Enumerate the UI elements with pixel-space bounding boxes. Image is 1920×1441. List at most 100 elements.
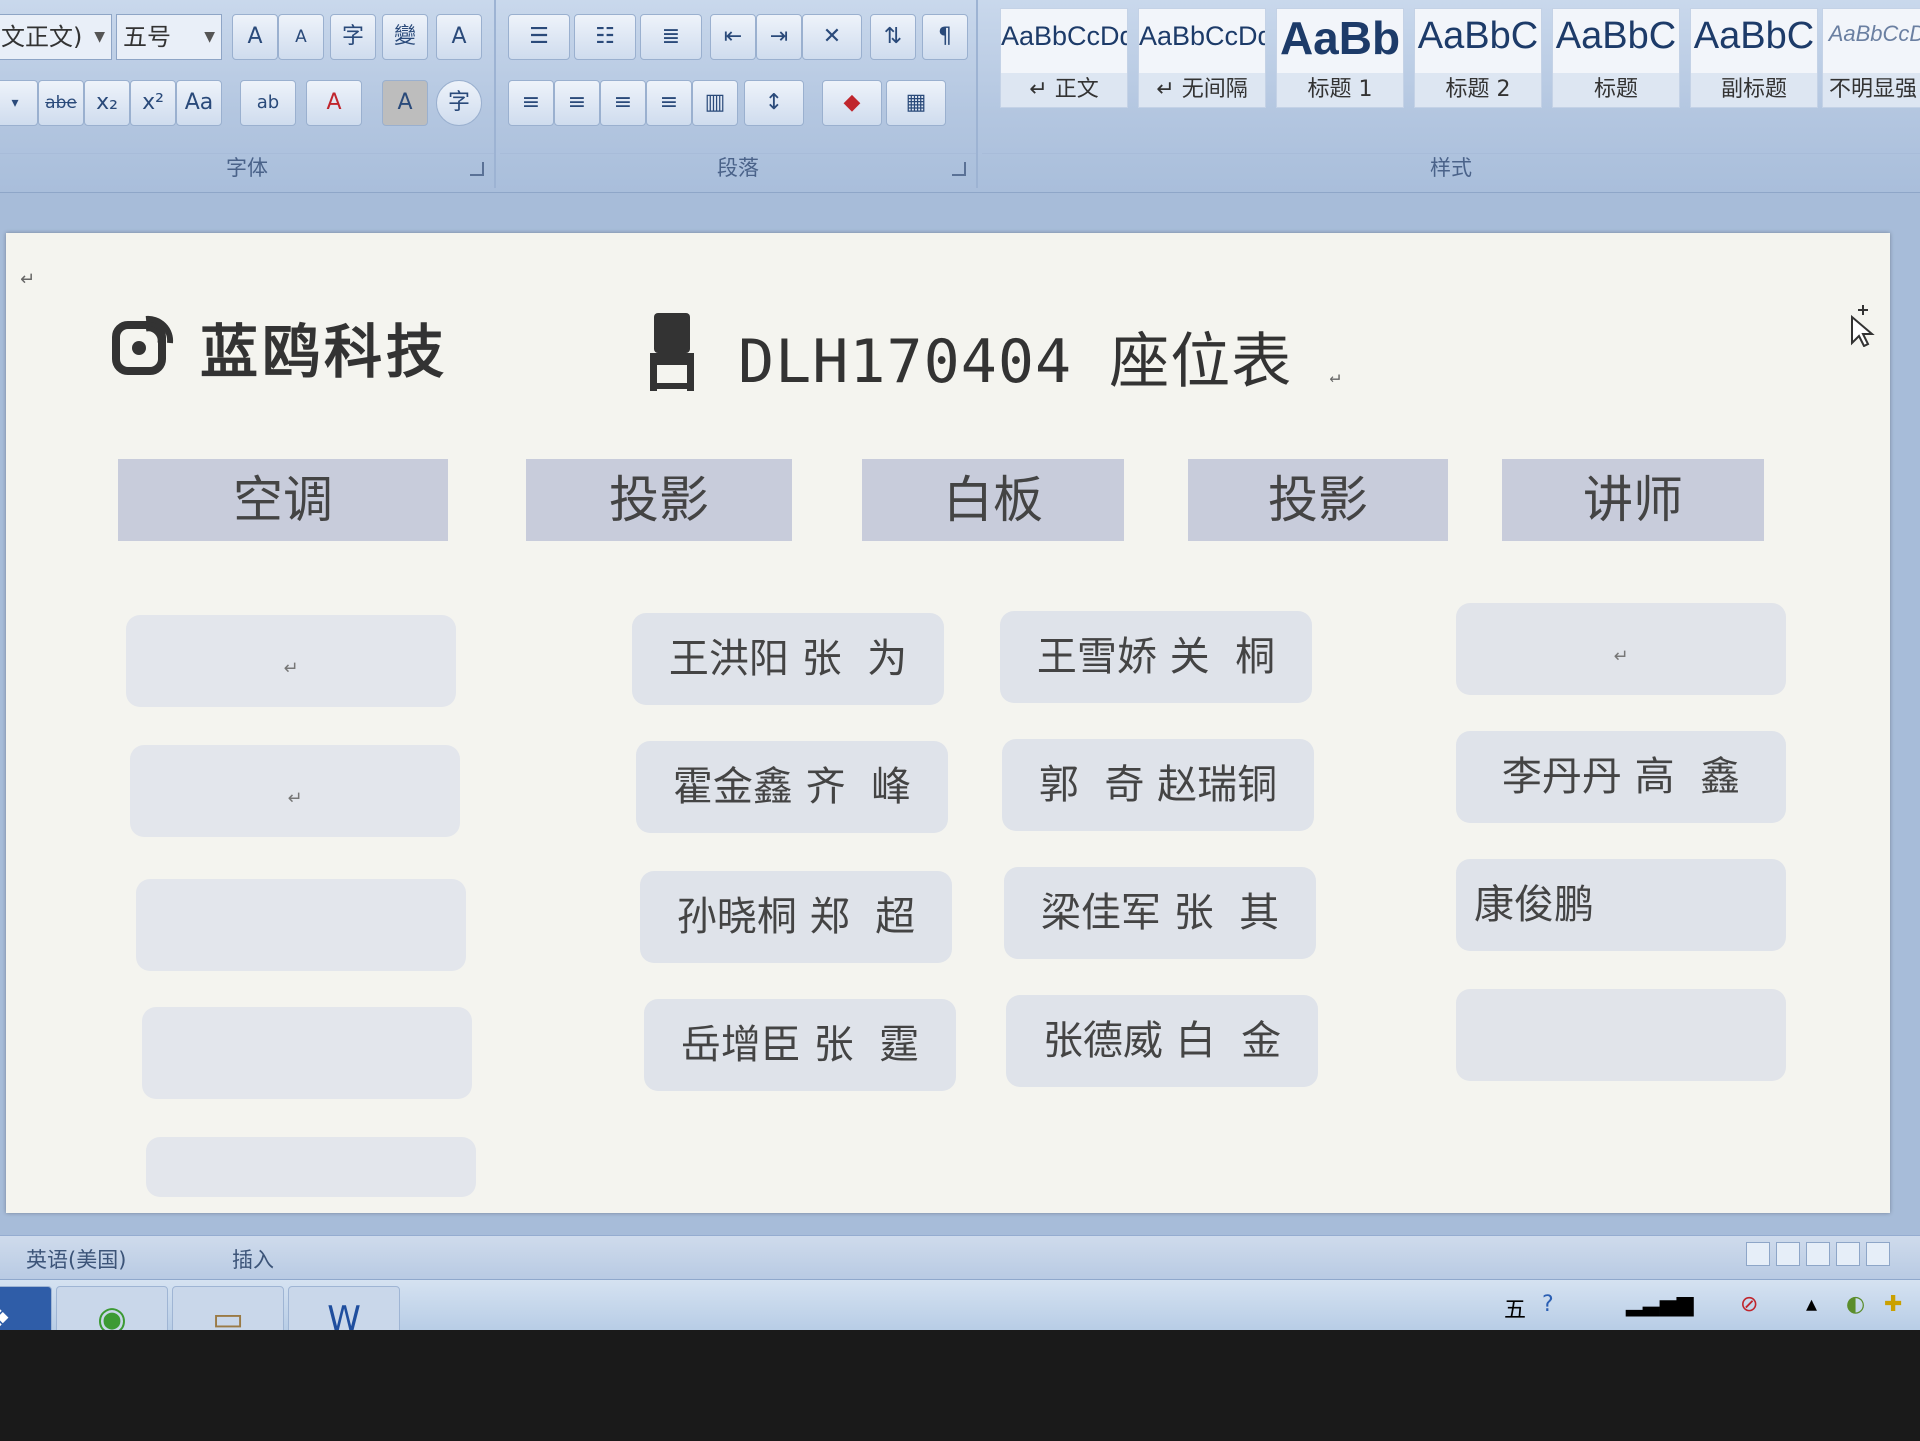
seat-right-1[interactable]: ↵ [1456,603,1786,695]
style-title[interactable]: AaBbC 标题 [1552,8,1680,108]
borders-button[interactable]: ▦ [886,80,946,126]
subscript-icon: x₂ [96,90,118,115]
style-normal[interactable]: AaBbCcDd ↵ 正文 [1000,8,1128,108]
distributed-button[interactable]: ▥ [692,80,738,126]
grow-font-button[interactable]: A [232,14,278,60]
seat-center-left-4[interactable]: 岳增臣 张 霆 [644,999,956,1091]
seat-names: 郭 奇 赵瑞铜 [1038,762,1278,808]
seat-left-3[interactable] [136,879,466,971]
web-layout-icon[interactable] [1806,1242,1830,1266]
font-name-select[interactable]: 文正文) ▼ [0,14,112,60]
document-page[interactable]: ↵ 蓝鸥科技 DLH170404 座位表 ↵ 空调 投影 白板 投影 讲师 ↵ … [6,233,1890,1213]
highlighter-icon: ab [256,92,280,113]
seat-right-4[interactable] [1456,989,1786,1081]
char-border-icon: A [451,24,467,49]
outline-icon[interactable] [1836,1242,1860,1266]
seat-center-left-2[interactable]: 霍金鑫 齐 峰 [636,741,948,833]
enclose-char-icon: 字 [447,90,470,115]
font-group-label: 字体 [0,153,494,182]
borders-icon: ▦ [905,90,927,115]
seat-center-right-3[interactable]: 梁佳军 张 其 [1004,867,1316,959]
phonetic-guide-button[interactable]: 變 [382,14,428,60]
print-layout-icon[interactable] [1746,1242,1770,1266]
ime-icon[interactable]: 五 [1504,1292,1526,1324]
seat-right-3[interactable]: 康俊鹏 [1456,859,1786,951]
style-sample: AaBbC [1555,15,1677,57]
decrease-indent-button[interactable]: ⇤ [710,14,756,60]
seat-left-2[interactable]: ↵ [130,745,460,837]
insert-mode-indicator[interactable]: 插入 [232,1244,274,1274]
seat-left-1[interactable]: ↵ [126,615,456,707]
document-title: DLH170404 座位表 ↵ [738,313,1341,400]
numbering-button[interactable]: ☷ [574,14,636,60]
multilevel-list-button[interactable]: ≣ [640,14,702,60]
align-left-button[interactable]: ≡ [508,80,554,126]
style-sample: AaBb [1279,12,1401,64]
draft-icon[interactable] [1866,1242,1890,1266]
header-label: 空调 [233,471,333,529]
increase-indent-icon: ⇥ [769,24,789,49]
status-bar: 英语(美国) 插入 [0,1235,1920,1280]
change-case-button[interactable]: Aa [176,80,222,126]
align-left-icon: ≡ [521,90,541,115]
highlight-button[interactable]: ab [240,80,296,126]
paragraph-dialog-launcher-icon[interactable] [952,162,966,176]
language-indicator[interactable]: 英语(美国) [26,1244,126,1274]
align-right-button[interactable]: ≡ [600,80,646,126]
taskbar: ❖ ◉ ▭ W 五 ? ▂▃▅▆ ⊘ ▴ ◐ ✚ [0,1279,1920,1356]
line-spacing-button[interactable]: ↕ [744,80,804,126]
style-subtle-emphasis[interactable]: AaBbCcD 不明显强调 [1822,8,1920,108]
align-center-button[interactable]: ≡ [554,80,600,126]
style-subtitle[interactable]: AaBbC 副标题 [1690,8,1818,108]
strikethrough-button[interactable]: abe [38,80,84,126]
superscript-button[interactable]: x² [130,80,176,126]
seat-right-2[interactable]: 李丹丹 高 鑫 [1456,731,1786,823]
header-whiteboard: 白板 [862,459,1124,541]
tray-arrow-icon[interactable]: ▴ [1806,1292,1817,1317]
company-logo-icon [112,315,174,375]
help-icon[interactable]: ? [1542,1292,1554,1317]
chinese-layout-button[interactable]: ✕ [802,14,862,60]
seat-center-left-3[interactable]: 孙晓桐 郑 超 [640,871,952,963]
seat-center-right-2[interactable]: 郭 奇 赵瑞铜 [1002,739,1314,831]
enclose-char-button[interactable]: 字 [436,80,482,126]
seat-left-5[interactable] [146,1137,476,1197]
monitor-bezel [0,1330,1920,1441]
security-icon[interactable]: ✚ [1884,1292,1902,1317]
strikethrough-icon: abe [45,93,77,113]
subscript-button[interactable]: x₂ [84,80,130,126]
clear-format-button[interactable]: 字 [330,14,376,60]
shading-button[interactable]: ◆ [822,80,882,126]
show-marks-button[interactable]: ¶ [922,14,968,60]
seat-center-right-1[interactable]: 王雪娇 关 桐 [1000,611,1312,703]
char-border-button[interactable]: A [436,14,482,60]
header-label: 投影 [609,471,709,529]
stop-icon[interactable]: ⊘ [1740,1292,1758,1317]
paragraph-mark: ↵ [283,658,299,679]
shrink-font-button[interactable]: A [278,14,324,60]
bullets-button[interactable]: ☰ [508,14,570,60]
font-dialog-launcher-icon[interactable] [470,162,484,176]
seat-center-right-4[interactable]: 张德威 白 金 [1006,995,1318,1087]
font-size-select[interactable]: 五号 ▼ [116,14,222,60]
seat-center-left-1[interactable]: 王洪阳 张 为 [632,613,944,705]
style-no-spacing[interactable]: AaBbCcDd ↵ 无间隔 [1138,8,1266,108]
font-color-button[interactable]: A [306,80,362,126]
style-heading-1[interactable]: AaBb 标题 1 [1276,8,1404,108]
increase-indent-button[interactable]: ⇥ [756,14,802,60]
style-sample: AaBbCcD [1828,21,1920,46]
superscript-icon: x² [142,90,164,115]
underline-dropdown[interactable]: ▾ [0,80,38,126]
sort-button[interactable]: ⇅ [870,14,916,60]
shield-icon[interactable]: ◐ [1846,1292,1865,1317]
style-heading-2[interactable]: AaBbC 标题 2 [1414,8,1542,108]
char-shading-button[interactable]: A [382,80,428,126]
full-screen-reading-icon[interactable] [1776,1242,1800,1266]
mouse-pointer-icon [1851,305,1875,347]
seat-left-4[interactable] [142,1007,472,1099]
paragraph-mark: ↵ [287,788,303,809]
style-sample: AaBbC [1417,15,1539,57]
line-spacing-icon: ↕ [764,90,784,115]
signal-strength-icon[interactable]: ▂▃▅▆ [1626,1292,1694,1317]
justify-button[interactable]: ≡ [646,80,692,126]
